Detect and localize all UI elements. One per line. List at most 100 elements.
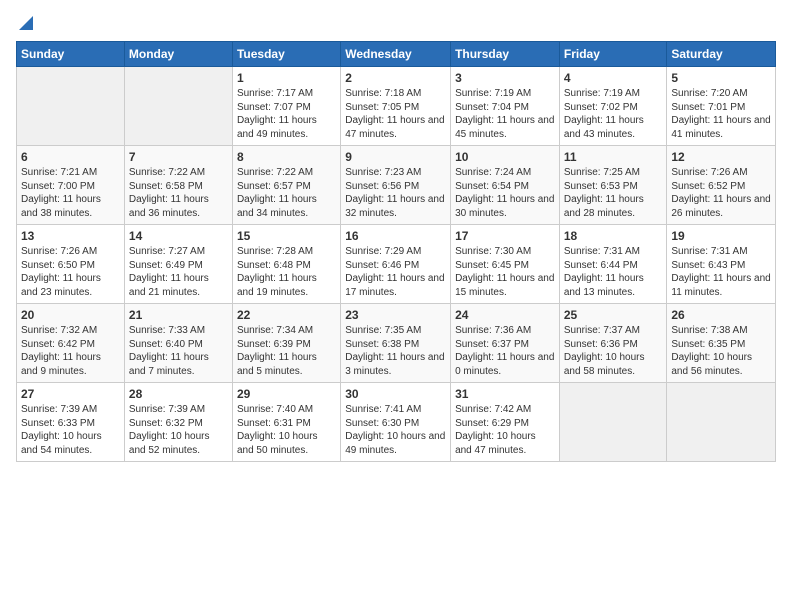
day-content: Sunrise: 7:39 AMSunset: 6:32 PMDaylight:… xyxy=(129,403,228,457)
day-info-line: Sunset: 7:02 PM xyxy=(564,101,663,115)
day-info-line: Sunrise: 7:41 AM xyxy=(345,403,446,417)
day-info-line: Sunset: 6:29 PM xyxy=(455,417,555,431)
day-info-line: Sunrise: 7:18 AM xyxy=(345,87,446,101)
calendar-cell: 21 Sunrise: 7:33 AMSunset: 6:40 PMDayligh… xyxy=(124,304,232,383)
day-info-line: Daylight: 11 hours and 19 minutes. xyxy=(237,272,336,299)
day-info-line: Sunset: 6:56 PM xyxy=(345,180,446,194)
day-content: Sunrise: 7:37 AMSunset: 6:36 PMDaylight:… xyxy=(564,324,663,378)
day-info-line: Sunrise: 7:26 AM xyxy=(21,245,120,259)
day-info-line: Sunrise: 7:35 AM xyxy=(345,324,446,338)
day-info-line: Sunset: 6:30 PM xyxy=(345,417,446,431)
day-info-line: Sunrise: 7:33 AM xyxy=(129,324,228,338)
day-info-line: Sunset: 6:49 PM xyxy=(129,259,228,273)
day-info-line: Daylight: 11 hours and 38 minutes. xyxy=(21,193,120,220)
day-content: Sunrise: 7:32 AMSunset: 6:42 PMDaylight:… xyxy=(21,324,120,378)
day-info-line: Sunset: 6:57 PM xyxy=(237,180,336,194)
day-info-line: Daylight: 11 hours and 32 minutes. xyxy=(345,193,446,220)
day-info-line: Daylight: 10 hours and 50 minutes. xyxy=(237,430,336,457)
logo-triangle-icon xyxy=(19,16,33,35)
day-number: 21 xyxy=(129,308,228,322)
day-info-line: Sunset: 7:00 PM xyxy=(21,180,120,194)
day-content: Sunrise: 7:40 AMSunset: 6:31 PMDaylight:… xyxy=(237,403,336,457)
day-info-line: Daylight: 11 hours and 7 minutes. xyxy=(129,351,228,378)
day-info-line: Sunset: 6:50 PM xyxy=(21,259,120,273)
calendar-cell: 9Sunrise: 7:23 AMSunset: 6:56 PMDaylight… xyxy=(341,146,451,225)
day-content: Sunrise: 7:38 AMSunset: 6:35 PMDaylight:… xyxy=(671,324,771,378)
day-number: 7 xyxy=(129,150,228,164)
day-info-line: Sunset: 6:52 PM xyxy=(671,180,771,194)
calendar-table: SundayMondayTuesdayWednesdayThursdayFrid… xyxy=(16,41,776,462)
day-info-line: Sunset: 6:38 PM xyxy=(345,338,446,352)
day-info-line: Sunset: 6:46 PM xyxy=(345,259,446,273)
day-info-line: Sunset: 6:58 PM xyxy=(129,180,228,194)
weekday-header: Wednesday xyxy=(341,42,451,67)
day-number: 18 xyxy=(564,229,663,243)
calendar-cell: 30Sunrise: 7:41 AMSunset: 6:30 PMDayligh… xyxy=(341,383,451,462)
day-content: Sunrise: 7:34 AMSunset: 6:39 PMDaylight:… xyxy=(237,324,336,378)
day-number: 2 xyxy=(345,71,446,85)
day-content: Sunrise: 7:27 AMSunset: 6:49 PMDaylight:… xyxy=(129,245,228,299)
logo xyxy=(16,16,33,33)
calendar-cell: 13Sunrise: 7:26 AMSunset: 6:50 PMDayligh… xyxy=(17,225,125,304)
day-info-line: Sunset: 6:45 PM xyxy=(455,259,555,273)
day-info-line: Sunset: 7:04 PM xyxy=(455,101,555,115)
day-info-line: Sunrise: 7:27 AM xyxy=(129,245,228,259)
day-info-line: Daylight: 11 hours and 11 minutes. xyxy=(671,272,771,299)
day-info-line: Daylight: 10 hours and 56 minutes. xyxy=(671,351,771,378)
day-content: Sunrise: 7:23 AMSunset: 6:56 PMDaylight:… xyxy=(345,166,446,220)
day-content: Sunrise: 7:39 AMSunset: 6:33 PMDaylight:… xyxy=(21,403,120,457)
day-number: 26 xyxy=(671,308,771,322)
calendar-week-row: 20Sunrise: 7:32 AMSunset: 6:42 PMDayligh… xyxy=(17,304,776,383)
calendar-cell xyxy=(667,383,776,462)
day-number: 1 xyxy=(237,71,336,85)
day-info-line: Daylight: 10 hours and 54 minutes. xyxy=(21,430,120,457)
day-content: Sunrise: 7:25 AMSunset: 6:53 PMDaylight:… xyxy=(564,166,663,220)
day-content: Sunrise: 7:36 AMSunset: 6:37 PMDaylight:… xyxy=(455,324,555,378)
day-info-line: Sunrise: 7:22 AM xyxy=(129,166,228,180)
day-number: 3 xyxy=(455,71,555,85)
calendar-cell: 18Sunrise: 7:31 AMSunset: 6:44 PMDayligh… xyxy=(559,225,667,304)
day-number: 10 xyxy=(455,150,555,164)
day-info-line: Daylight: 11 hours and 13 minutes. xyxy=(564,272,663,299)
day-info-line: Daylight: 11 hours and 34 minutes. xyxy=(237,193,336,220)
calendar-cell: 28 Sunrise: 7:39 AMSunset: 6:32 PMDayligh… xyxy=(124,383,232,462)
weekday-header: Saturday xyxy=(667,42,776,67)
weekday-header: Thursday xyxy=(451,42,560,67)
day-info-line: Sunrise: 7:28 AM xyxy=(237,245,336,259)
day-number: 12 xyxy=(671,150,771,164)
day-number: 11 xyxy=(564,150,663,164)
day-number: 19 xyxy=(671,229,771,243)
day-number: 6 xyxy=(21,150,120,164)
calendar-cell: 23 Sunrise: 7:35 AMSunset: 6:38 PMDayligh… xyxy=(341,304,451,383)
day-info-line: Sunset: 6:54 PM xyxy=(455,180,555,194)
day-info-line: Sunrise: 7:17 AM xyxy=(237,87,336,101)
day-info-line: Sunrise: 7:29 AM xyxy=(345,245,446,259)
day-info-line: Sunrise: 7:34 AM xyxy=(237,324,336,338)
day-info-line: Sunset: 6:39 PM xyxy=(237,338,336,352)
day-info-line: Sunrise: 7:32 AM xyxy=(21,324,120,338)
day-number: 23 xyxy=(345,308,446,322)
day-content: Sunrise: 7:19 AMSunset: 7:02 PMDaylight:… xyxy=(564,87,663,141)
day-number: 8 xyxy=(237,150,336,164)
day-info-line: Sunset: 6:40 PM xyxy=(129,338,228,352)
day-number: 14 xyxy=(129,229,228,243)
day-info-line: Sunrise: 7:42 AM xyxy=(455,403,555,417)
calendar-cell: 5Sunrise: 7:20 AMSunset: 7:01 PMDaylight… xyxy=(667,67,776,146)
day-info-line: Sunrise: 7:23 AM xyxy=(345,166,446,180)
day-info-line: Sunrise: 7:26 AM xyxy=(671,166,771,180)
day-info-line: Sunrise: 7:21 AM xyxy=(21,166,120,180)
day-number: 28 xyxy=(129,387,228,401)
calendar-header: SundayMondayTuesdayWednesdayThursdayFrid… xyxy=(17,42,776,67)
day-content: Sunrise: 7:42 AMSunset: 6:29 PMDaylight:… xyxy=(455,403,555,457)
day-info-line: Daylight: 11 hours and 3 minutes. xyxy=(345,351,446,378)
day-number: 13 xyxy=(21,229,120,243)
day-number: 22 xyxy=(237,308,336,322)
day-info-line: Daylight: 11 hours and 21 minutes. xyxy=(129,272,228,299)
calendar-cell: 17Sunrise: 7:30 AMSunset: 6:45 PMDayligh… xyxy=(451,225,560,304)
calendar-cell: 26 Sunrise: 7:38 AMSunset: 6:35 PMDayligh… xyxy=(667,304,776,383)
day-info-line: Daylight: 11 hours and 30 minutes. xyxy=(455,193,555,220)
day-info-line: Sunrise: 7:37 AM xyxy=(564,324,663,338)
day-content: Sunrise: 7:29 AMSunset: 6:46 PMDaylight:… xyxy=(345,245,446,299)
day-number: 16 xyxy=(345,229,446,243)
calendar-cell xyxy=(559,383,667,462)
